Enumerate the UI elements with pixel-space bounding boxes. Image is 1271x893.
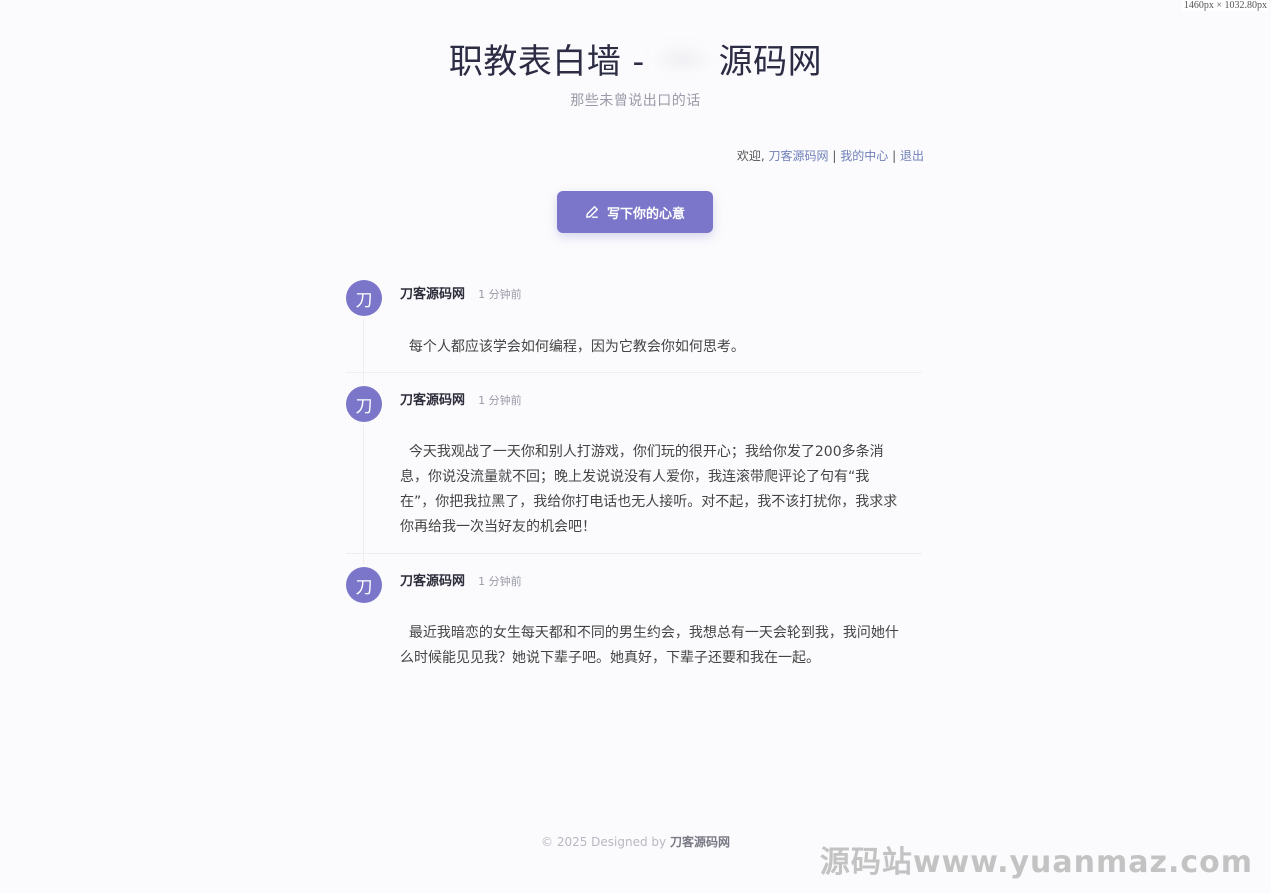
post-divider [346,372,922,373]
post-content-line: 今天我观战了一天你和别人打游戏，你们玩的很开心；我给你发了200多条消 [400,444,884,460]
write-message-button[interactable]: 写下你的心意 [557,191,713,233]
avatar: 刀 [346,280,382,316]
post-content: 最近我暗恋的女生每天都和不同的男生约会，我想总有一天会轮到我，我问她什 么时候能… [400,621,922,671]
post-time: 1 分钟前 [478,394,522,407]
post-meta: 刀客源码网 1 分钟前 [400,283,522,302]
post-author: 刀客源码网 [400,287,466,302]
separator: | [892,149,897,163]
write-button-label: 写下你的心意 [606,206,685,222]
user-bar: 欢迎, 刀客源码网 | 我的中心 | 退出 [600,147,924,164]
page-title: 职教表白墙 - 源码网 [0,34,1271,83]
post-divider [346,553,922,554]
post-content-line: 每个人都应该学会如何编程，因为它教会你如何思考。 [400,339,745,355]
post-meta: 刀客源码网 1 分钟前 [400,389,522,408]
my-center-link[interactable]: 我的中心 [840,149,888,163]
pencil-icon [586,206,598,218]
post-content: 每个人都应该学会如何编程，因为它教会你如何思考。 [400,335,922,360]
site-watermark: 源码站www.yuanmaz.com [819,845,1253,880]
post-time: 1 分钟前 [478,575,522,588]
page-title-right: 源码网 [718,42,823,82]
page-subtitle: 那些未曾说出口的话 [570,93,701,109]
post-time: 1 分钟前 [478,288,522,301]
username-text: 刀客源码网 [768,149,829,163]
title-blur-mask [648,41,715,77]
post-content-line: 么时候能见见我？她说下辈子吧。她真好，下辈子还要和我在一起。 [400,650,820,666]
post-content-line: 最近我暗恋的女生每天都和不同的男生约会，我想总有一天会轮到我，我问她什 [400,625,899,641]
post-content-line: 在”，你把我拉黑了，我给你打电话也无人接听。对不起，我不该打扰你，我求求 [400,494,898,510]
logout-link[interactable]: 退出 [900,149,924,163]
avatar: 刀 [346,386,382,422]
timeline-line [363,300,364,585]
avatar: 刀 [346,567,382,603]
footer-author: 刀客源码网 [669,835,730,849]
separator: | [832,149,837,163]
viewport-size-indicator: 1460px × 1032.80px [1181,0,1269,11]
post-content: 今天我观战了一天你和别人打游戏，你们玩的很开心；我给你发了200多条消 息，你说… [400,440,922,540]
welcome-text: 欢迎, [736,149,765,163]
post-author: 刀客源码网 [400,574,466,589]
page-title-left: 职教表白墙 - [448,42,645,82]
footer-text: © 2025 Designed by [541,835,667,849]
post-content-line: 你再给我一次当好友的机会吧！ [400,519,596,535]
post-meta: 刀客源码网 1 分钟前 [400,570,522,589]
post-content-line: 息，你说没流量就不回；晚上发说说没有人爱你，我连滚带爬评论了句有“我 [400,469,870,485]
post-author: 刀客源码网 [400,393,466,408]
